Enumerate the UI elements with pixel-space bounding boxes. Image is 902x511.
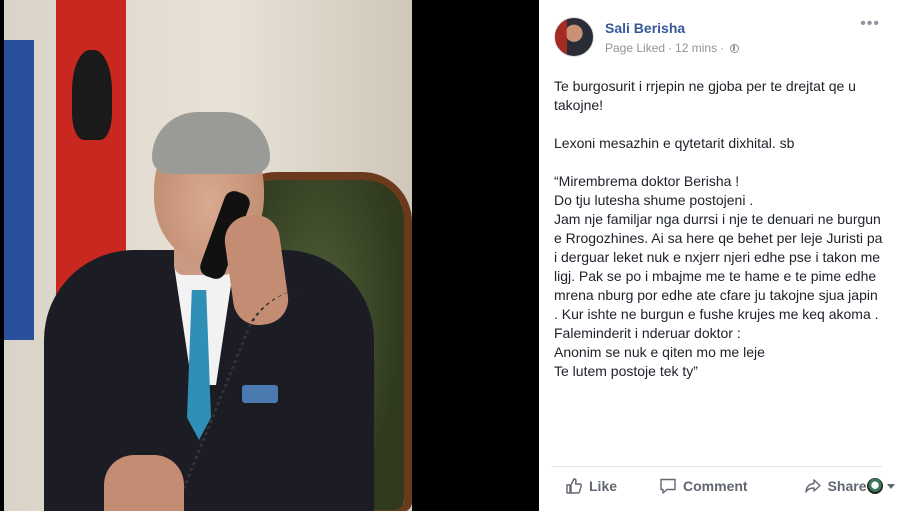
post-photo[interactable] [4, 0, 412, 511]
post-body: Te burgosurit i rrjepin ne gjoba per te … [554, 77, 884, 381]
more-options-icon[interactable]: ••• [860, 16, 880, 32]
post-meta: Page Liked · 12 mins · [605, 41, 740, 55]
thumbs-up-icon [566, 478, 582, 494]
page-name-link[interactable]: Sali Berisha [605, 20, 685, 36]
like-button[interactable]: Like [565, 472, 617, 500]
divider [551, 466, 882, 467]
comment-button[interactable]: Comment [659, 472, 748, 500]
post-timestamp[interactable]: 12 mins [675, 41, 717, 55]
comment-bubble-icon [660, 478, 676, 494]
hand-on-desk [104, 455, 184, 511]
meta-separator: · [668, 41, 673, 55]
page-avatar[interactable] [554, 17, 594, 57]
profile-mini-avatar [866, 478, 883, 494]
globe-icon[interactable] [730, 44, 740, 53]
post-card: Sali Berisha Page Liked · 12 mins · ••• Te … [539, 0, 902, 511]
pocket-square [242, 385, 278, 403]
post-quote: “Mirembrema doktor Berisha ! Do tju lute… [554, 173, 883, 379]
like-label: Like [589, 478, 618, 494]
share-arrow-icon [804, 479, 821, 493]
hair [152, 112, 270, 174]
post-paragraph: Lexoni mesazhin e qytetarit dixhital. sb [554, 135, 795, 151]
chevron-down-icon [886, 483, 895, 489]
nato-flag [4, 40, 34, 340]
page-liked-label[interactable]: Page Liked [605, 41, 665, 55]
share-button[interactable]: Share [804, 472, 867, 500]
action-bar: Like Comment Share [551, 472, 895, 500]
post-paragraph: Te burgosurit i rrjepin ne gjoba per te … [554, 78, 856, 113]
flag-eagle [72, 50, 112, 140]
post-as-selector[interactable] [866, 478, 895, 494]
comment-label: Comment [683, 478, 748, 494]
meta-separator-2: · [720, 41, 725, 55]
share-label: Share [827, 478, 867, 494]
